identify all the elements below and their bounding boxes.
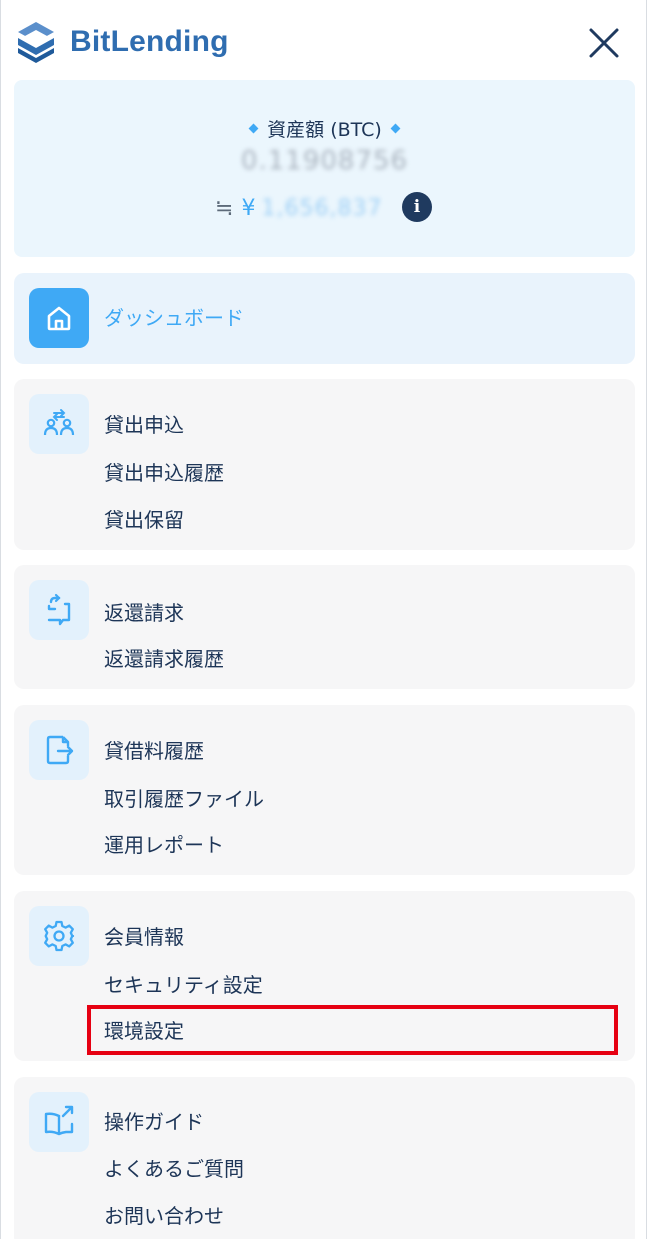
menu-item-security-settings[interactable]: セキュリティ設定 <box>104 970 263 1000</box>
menu-card-dashboard[interactable]: ダッシュボード <box>14 273 635 364</box>
menu-item-contact[interactable]: お問い合わせ <box>104 1201 224 1231</box>
document-export-icon <box>29 720 89 780</box>
menu-card-return: 返還請求 返還請求履歴 <box>14 565 635 689</box>
app-name: BitLending <box>70 25 229 58</box>
menu-item-lending-history[interactable]: 貸出申込履歴 <box>104 458 224 488</box>
menu-item-lending-apply[interactable]: 貸出申込 <box>104 410 184 440</box>
asset-title-label: 資産額 (BTC) <box>267 119 382 141</box>
gear-icon <box>29 906 89 966</box>
menu-item-report[interactable]: 運用レポート <box>104 830 224 860</box>
highlight-box <box>87 1005 618 1055</box>
menu-card-lending: 貸出申込 貸出申込履歴 貸出保留 <box>14 379 635 550</box>
book-external-icon <box>29 1092 89 1152</box>
menu-item-faq[interactable]: よくあるご質問 <box>104 1154 244 1184</box>
menu-item-operation-guide[interactable]: 操作ガイド <box>104 1107 204 1137</box>
app-logo[interactable]: BitLending <box>14 18 229 66</box>
header: BitLending <box>1 0 647 80</box>
menu-card-guide: 操作ガイド よくあるご質問 お問い合わせ <box>14 1077 635 1239</box>
people-exchange-icon <box>29 394 89 454</box>
menu-item-return-history[interactable]: 返還請求履歴 <box>104 644 224 674</box>
yen-balance-row: ≒ ¥ 1,656,837 <box>215 192 382 224</box>
menu-item-dashboard[interactable]: ダッシュボード <box>104 303 244 333</box>
diamond-icon <box>390 123 401 134</box>
close-icon[interactable] <box>583 22 625 64</box>
info-icon[interactable]: i <box>402 192 432 222</box>
menu-item-member-info[interactable]: 会員情報 <box>104 922 184 952</box>
approx-symbol: ≒ <box>215 195 234 221</box>
asset-title: 資産額 (BTC) <box>1 115 647 142</box>
menu-panel: BitLending 資産額 (BTC) 0.11908756 ≒ ¥ 1,65… <box>0 0 647 1239</box>
menu-item-lending-hold[interactable]: 貸出保留 <box>104 505 184 535</box>
return-request-icon <box>29 580 89 640</box>
home-icon <box>29 288 89 348</box>
yen-balance: 1,656,837 <box>261 195 383 221</box>
diamond-icon <box>248 123 259 134</box>
menu-item-return-request[interactable]: 返還請求 <box>104 598 184 628</box>
menu-card-history: 貸借料履歴 取引履歴ファイル 運用レポート <box>14 705 635 875</box>
logo-mark-icon <box>18 22 54 63</box>
menu-item-fee-history[interactable]: 貸借料履歴 <box>104 736 204 766</box>
menu-item-transaction-file[interactable]: 取引履歴ファイル <box>104 784 264 814</box>
yen-symbol: ¥ <box>241 195 256 221</box>
btc-balance: 0.11908756 <box>240 146 409 176</box>
